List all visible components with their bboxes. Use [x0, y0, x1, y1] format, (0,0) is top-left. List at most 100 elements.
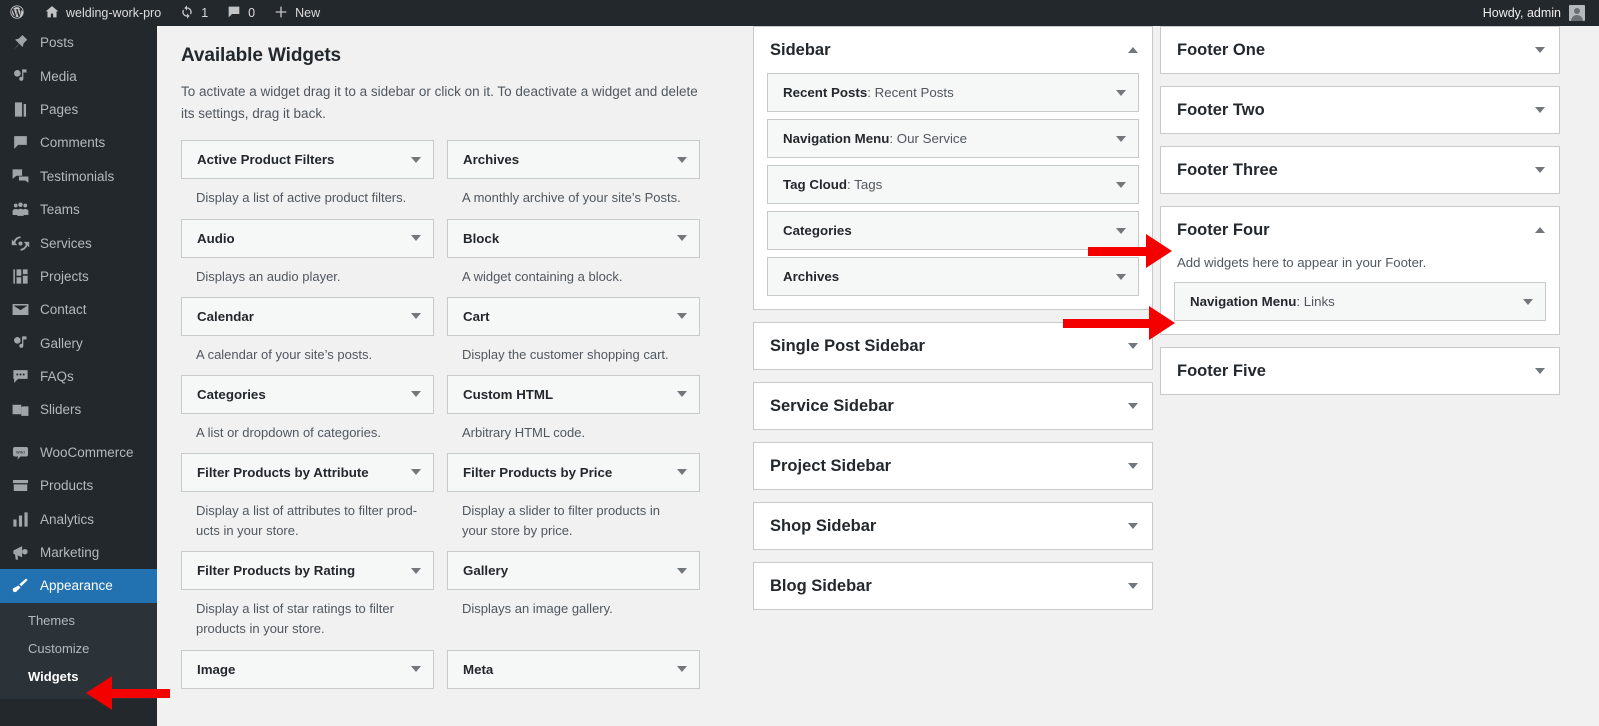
widget-meta[interactable]: Meta	[447, 649, 700, 689]
sidebar-item-products[interactable]: Products	[0, 469, 157, 502]
assigned-widget-label: Categories	[783, 223, 852, 238]
wordpress-logo-button[interactable]	[0, 0, 35, 26]
widget-block[interactable]: Block	[447, 218, 700, 258]
assigned-widget-archives[interactable]: Archives	[767, 257, 1139, 296]
sidebar-item-label: Media	[40, 68, 77, 84]
chevron-down-icon[interactable]	[411, 391, 421, 398]
widget-calendar[interactable]: Calendar	[181, 296, 434, 336]
updates-button[interactable]: 1	[170, 0, 217, 26]
chevron-up-icon[interactable]	[1128, 47, 1138, 53]
assigned-widget-recent-posts[interactable]: Recent Posts: Recent Posts	[767, 73, 1139, 112]
sidebar-item-sliders[interactable]: Sliders	[0, 393, 157, 426]
widget-gallery[interactable]: Gallery	[447, 551, 700, 591]
chevron-down-icon[interactable]	[411, 313, 421, 320]
assigned-widget-navigation-menu-links[interactable]: Navigation Menu: Links	[1174, 282, 1546, 321]
chevron-down-icon[interactable]	[411, 156, 421, 163]
widget-categories[interactable]: Categories	[181, 374, 434, 414]
sidebar-item-woocommerce[interactable]: woo WooCommerce	[0, 436, 157, 469]
chevron-down-icon[interactable]	[1535, 107, 1545, 113]
sidebar-item-teams[interactable]: Teams	[0, 193, 157, 226]
assigned-widget-value: Recent Posts	[874, 85, 954, 100]
chevron-down-icon[interactable]	[411, 567, 421, 574]
sidebar-item-contact[interactable]: Contact	[0, 293, 157, 326]
sidebar-item-media[interactable]: Media	[0, 59, 157, 92]
chevron-down-icon[interactable]	[677, 567, 687, 574]
chevron-down-icon[interactable]	[677, 235, 687, 242]
widget-image[interactable]: Image	[181, 649, 434, 689]
widget-filter-products-by-rating[interactable]: Filter Products by Rating	[181, 551, 434, 591]
widget-archives[interactable]: Archives	[447, 140, 700, 180]
chevron-down-icon[interactable]	[1128, 523, 1138, 529]
sidebar-item-testimonials[interactable]: Testimonials	[0, 160, 157, 193]
widget-audio[interactable]: Audio	[181, 218, 434, 258]
chevron-down-icon[interactable]	[1535, 368, 1545, 374]
assigned-widget-label: Archives	[783, 269, 840, 284]
chevron-up-icon[interactable]	[1535, 227, 1545, 233]
widget-area-header[interactable]: Sidebar	[754, 27, 1152, 73]
submenu-item-themes[interactable]: Themes	[0, 607, 157, 635]
sidebar-item-label: Appearance	[40, 578, 113, 594]
sidebar-item-projects[interactable]: Projects	[0, 260, 157, 293]
chevron-down-icon[interactable]	[1116, 273, 1126, 280]
chevron-down-icon[interactable]	[677, 156, 687, 163]
widget-area-service-sidebar: Service Sidebar	[753, 382, 1153, 430]
sidebar-item-pages[interactable]: Pages	[0, 93, 157, 126]
chevron-down-icon[interactable]	[1116, 181, 1126, 188]
widget-title: Archives	[463, 152, 520, 168]
assigned-widget-tag-cloud[interactable]: Tag Cloud: Tags	[767, 165, 1139, 204]
widget-custom-html[interactable]: Custom HTML	[447, 374, 700, 414]
chevron-down-icon[interactable]	[411, 469, 421, 476]
widget-area-header[interactable]: Footer Five	[1161, 348, 1559, 394]
widget-filter-products-by-attribute[interactable]: Filter Products by Attribute	[181, 452, 434, 492]
assigned-widget-value: Links	[1303, 294, 1335, 309]
chevron-down-icon[interactable]	[1116, 135, 1126, 142]
chevron-down-icon[interactable]	[1128, 403, 1138, 409]
widget-cart[interactable]: Cart	[447, 296, 700, 336]
submenu-item-widgets[interactable]: Widgets	[0, 663, 157, 691]
chevron-down-icon[interactable]	[1128, 583, 1138, 589]
assigned-widget-label: Tag Cloud	[783, 177, 848, 192]
submenu-item-customize[interactable]: Customize	[0, 635, 157, 663]
assigned-widget-navigation-menu[interactable]: Navigation Menu: Our Service	[767, 119, 1139, 158]
chevron-down-icon[interactable]	[1128, 343, 1138, 349]
sidebar-item-gallery[interactable]: Gallery	[0, 327, 157, 360]
chevron-down-icon[interactable]	[677, 313, 687, 320]
widget-area-header[interactable]: Single Post Sidebar	[754, 323, 1152, 369]
comments-count: 0	[248, 6, 256, 20]
chevron-down-icon[interactable]	[677, 666, 687, 673]
services-icon	[10, 233, 30, 253]
comments-button[interactable]: 0	[217, 0, 264, 26]
assigned-widget-categories[interactable]: Categories	[767, 211, 1139, 250]
sidebar-item-appearance[interactable]: Appearance	[0, 569, 165, 603]
chevron-down-icon[interactable]	[1116, 227, 1126, 234]
sidebar-item-posts[interactable]: Posts	[0, 26, 157, 59]
widget-area-header[interactable]: Footer Two	[1161, 87, 1559, 133]
widget-area-header[interactable]: Service Sidebar	[754, 383, 1152, 429]
chevron-down-icon[interactable]	[1535, 47, 1545, 53]
widget-active-product-filters[interactable]: Active Product Filters	[181, 140, 434, 180]
chevron-down-icon[interactable]	[1116, 89, 1126, 96]
widget-area-header[interactable]: Footer One	[1161, 27, 1559, 73]
new-content-button[interactable]: New	[264, 0, 329, 26]
sidebar-item-analytics[interactable]: Analytics	[0, 502, 157, 535]
chevron-down-icon[interactable]	[1128, 463, 1138, 469]
marketing-icon	[10, 543, 30, 563]
chevron-down-icon[interactable]	[1535, 167, 1545, 173]
chevron-down-icon[interactable]	[411, 666, 421, 673]
widget-area-header[interactable]: Blog Sidebar	[754, 563, 1152, 609]
widget-filter-products-by-price[interactable]: Filter Products by Price	[447, 452, 700, 492]
widget-area-header[interactable]: Shop Sidebar	[754, 503, 1152, 549]
sidebar-item-faqs[interactable]: FAQs	[0, 360, 157, 393]
widget-area-header[interactable]: Project Sidebar	[754, 443, 1152, 489]
sidebar-item-marketing[interactable]: Marketing	[0, 536, 157, 569]
sidebar-item-comments[interactable]: Comments	[0, 126, 157, 159]
account-menu[interactable]: Howdy, admin	[1483, 5, 1599, 21]
widget-area-header[interactable]: Footer Three	[1161, 147, 1559, 193]
chevron-down-icon[interactable]	[677, 469, 687, 476]
widget-area-header[interactable]: Footer Four	[1161, 207, 1559, 253]
sidebar-item-services[interactable]: Services	[0, 226, 157, 259]
chevron-down-icon[interactable]	[677, 391, 687, 398]
site-name-menu[interactable]: welding-work-pro	[35, 0, 170, 26]
chevron-down-icon[interactable]	[1523, 298, 1533, 305]
chevron-down-icon[interactable]	[411, 235, 421, 242]
